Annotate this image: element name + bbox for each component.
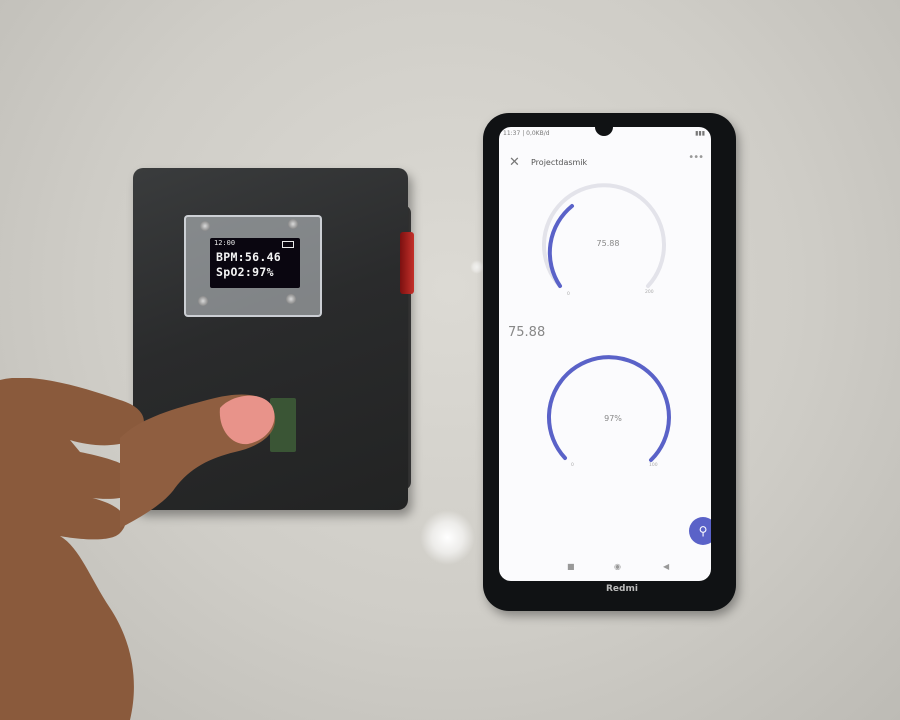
signal-icon: ▮▮▮ <box>695 130 705 137</box>
oled-time: 12:00 <box>214 239 236 247</box>
spo2-gauge-fill <box>546 355 671 462</box>
spo2-gauge <box>546 355 671 462</box>
status-bar-left: 11:37 | 0,0KB/d <box>503 130 550 137</box>
home-button[interactable]: ◉ <box>614 562 621 571</box>
bpm-gauge-max: 200 <box>645 290 654 295</box>
back-button[interactable]: ◀ <box>663 562 669 571</box>
oled-display: 12:00 BPM:56.46 SpO2:97% <box>210 238 300 288</box>
bpm-gauge-value: 75.88 <box>596 239 620 248</box>
oled-bpm: BPM:56.46 <box>216 250 282 264</box>
light-reflection <box>470 260 484 274</box>
hand <box>0 378 276 720</box>
spo2-gauge-value: 97% <box>604 414 622 423</box>
screw-icon <box>288 219 298 229</box>
recents-button[interactable]: ■ <box>567 562 575 571</box>
more-options-icon[interactable]: ••• <box>688 152 704 163</box>
oled-spo2: SpO2:97% <box>216 265 274 279</box>
phone-brand: Redmi <box>606 584 638 594</box>
power-switch[interactable] <box>400 232 414 294</box>
bpm-gauge-fill <box>547 204 574 288</box>
screw-icon <box>198 296 208 306</box>
close-icon[interactable]: ✕ <box>509 155 520 170</box>
scene: 12:00 BPM:56.46 SpO2:97% 11:37 | 0,0KB/d… <box>0 0 900 720</box>
app-title: Projectdasmik <box>531 158 588 167</box>
spo2-gauge-max: 100 <box>649 463 658 468</box>
bpm-gauge-min: 0 <box>567 292 570 297</box>
screw-icon <box>286 294 296 304</box>
key-icon[interactable]: ⚲ <box>689 517 711 545</box>
nav-bar: ■ ◉ ◀ <box>567 562 687 576</box>
bpm-readout: 75.88 <box>508 325 546 340</box>
light-reflection <box>420 510 475 565</box>
battery-icon <box>282 241 294 248</box>
spo2-gauge-min: 0 <box>571 463 574 468</box>
screw-icon <box>200 221 210 231</box>
phone-screen: 11:37 | 0,0KB/d ▮▮▮ ✕ Projectdasmik ••• … <box>499 127 711 581</box>
